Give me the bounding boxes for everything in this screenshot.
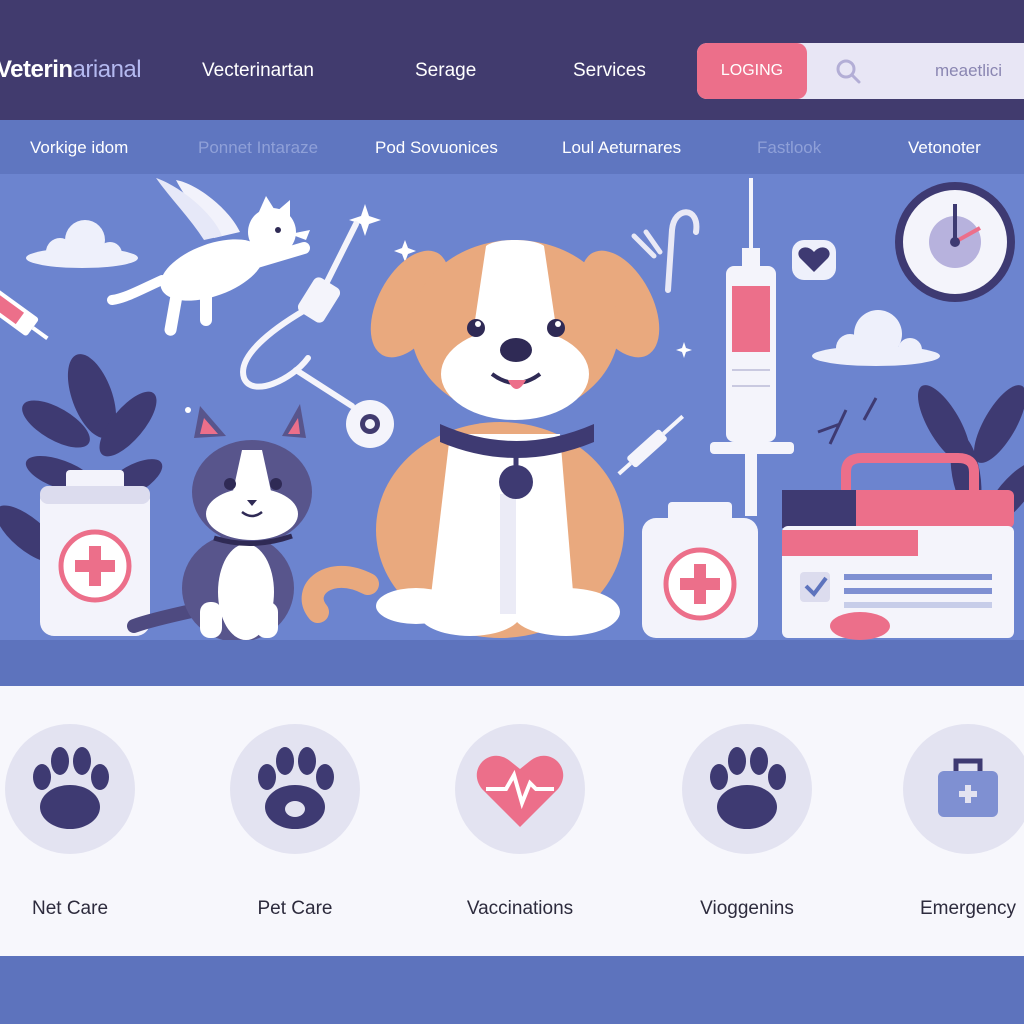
subnav-item[interactable]: Ponnet Intaraze	[198, 138, 318, 158]
syringe-icon	[710, 178, 794, 516]
login-button[interactable]: LOGING	[697, 43, 807, 99]
tweezer-icon	[631, 229, 663, 259]
search-bar[interactable]: LOGING meaetlici	[697, 43, 1024, 99]
service-label: Vioggenins	[700, 898, 794, 919]
service-icon-circle	[682, 724, 812, 854]
service-card-emergency[interactable]: Emergency	[888, 724, 1024, 920]
hero-divider	[0, 640, 1024, 686]
cloud-icon	[26, 220, 138, 268]
paw-icon	[710, 747, 786, 829]
heart-icon	[792, 240, 836, 280]
syringe-icon	[617, 414, 685, 476]
service-card-pet-care[interactable]: Pet Care	[215, 724, 375, 920]
subnav-item[interactable]: Vetonoter	[908, 138, 981, 158]
search-icon[interactable]	[835, 58, 861, 84]
service-icon-circle	[903, 724, 1024, 854]
hero-illustration	[0, 178, 1024, 640]
search-input[interactable]: meaetlici	[935, 61, 1002, 81]
cloud-icon	[812, 310, 940, 366]
hero-banner	[0, 174, 1024, 640]
service-label: Emergency	[919, 898, 1017, 919]
secondary-navigation: Vorkige idom Ponnet Intaraze Pod Sovuoni…	[0, 120, 1024, 174]
cat-illustration	[127, 404, 312, 640]
service-icon-circle	[230, 724, 360, 854]
top-navigation-bar: Veterinarianal Vecterinartan Serage Serv…	[0, 0, 1024, 120]
paw-icon	[33, 747, 109, 829]
footer-bar	[0, 956, 1024, 1024]
nav-link-veterinarian[interactable]: Vecterinartan	[202, 60, 314, 82]
brand-logo[interactable]: Veterinarianal	[0, 56, 142, 84]
medical-kit-icon	[938, 758, 998, 817]
service-label: Pet Care	[257, 898, 333, 919]
subnav-item[interactable]: Fastlook	[757, 138, 821, 158]
nav-link-services[interactable]: Services	[573, 60, 646, 82]
service-label: Net Care	[31, 898, 109, 919]
medicine-bottle-illustration	[40, 470, 150, 636]
service-label: Vaccinations	[466, 898, 574, 919]
paw-icon	[258, 747, 334, 829]
service-card-vioggenins[interactable]: Vioggenins	[667, 724, 827, 920]
service-card-net-care[interactable]: Net Care	[0, 724, 150, 920]
syringe-icon	[0, 287, 49, 341]
subnav-item[interactable]: Pod Sovuonices	[375, 138, 498, 158]
medicine-bottle-illustration	[642, 502, 758, 638]
subnav-item[interactable]: Vorkige idom	[30, 138, 128, 158]
services-section: Net Care Pet Care Vaccinations Vioggenin…	[0, 686, 1024, 956]
hook-icon	[665, 209, 700, 293]
heart-pulse-icon	[476, 755, 564, 827]
service-card-vaccinations[interactable]: Vaccinations	[440, 724, 600, 920]
service-icon-circle	[455, 724, 585, 854]
clock-icon	[895, 182, 1015, 302]
service-icon-circle	[5, 724, 135, 854]
nav-link-storage[interactable]: Serage	[415, 60, 476, 82]
flying-dog-illustration	[107, 178, 310, 336]
subnav-item[interactable]: Loul Aeturnares	[562, 138, 681, 158]
